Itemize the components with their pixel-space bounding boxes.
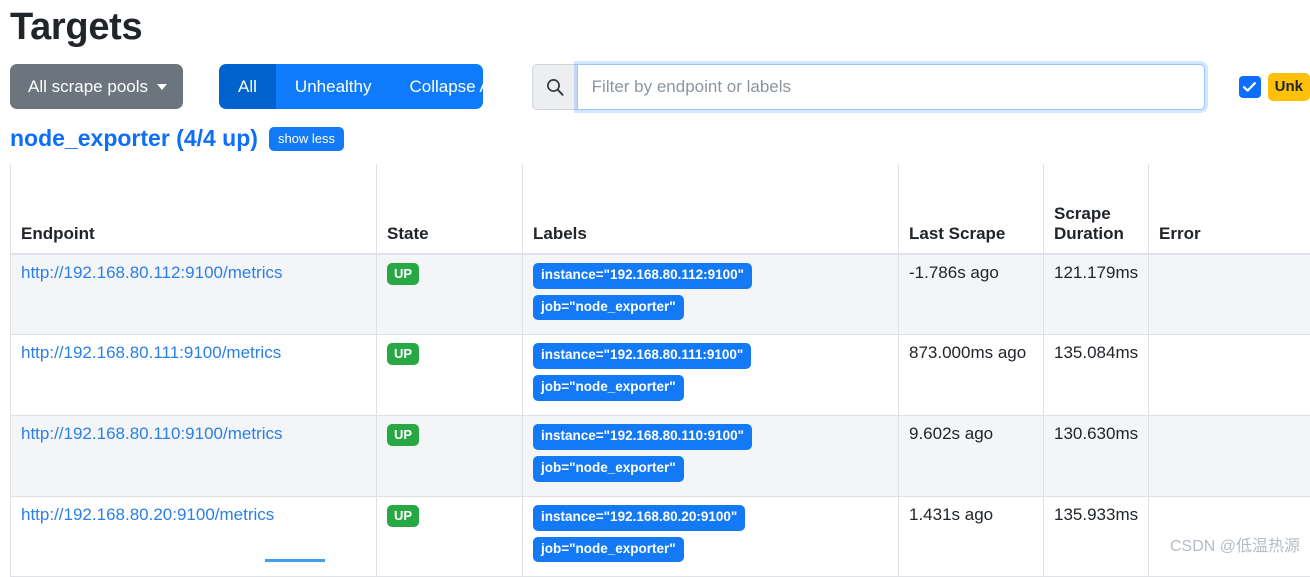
search-icon [532, 64, 577, 110]
status-badge: UP [387, 505, 419, 527]
targets-table-wrapper: Endpoint State Labels Last Scrape Scrape… [10, 164, 1310, 577]
scrape-pool-label: All scrape pools [28, 78, 148, 95]
table-head: Endpoint State Labels Last Scrape Scrape… [11, 164, 1310, 254]
cell-error [1149, 335, 1310, 416]
unknown-filter-control: Unk [1239, 73, 1310, 101]
column-header-state: State [377, 164, 523, 254]
cell-scrape-duration: 121.179ms [1044, 254, 1149, 335]
unknown-badge[interactable]: Unk [1268, 73, 1310, 101]
table-row: http://192.168.80.111:9100/metrics UP in… [11, 335, 1310, 416]
table-body: http://192.168.80.112:9100/metrics UP in… [11, 254, 1310, 577]
status-badge: UP [387, 263, 419, 285]
label-badge-instance[interactable]: instance="192.168.80.110:9100" [533, 424, 752, 450]
toolbar: All scrape pools All Unhealthy Collapse … [0, 50, 1310, 110]
targets-page: Targets All scrape pools All Unhealthy C… [0, 0, 1310, 562]
column-header-labels: Labels [523, 164, 899, 254]
cell-endpoint: http://192.168.80.110:9100/metrics [11, 416, 377, 497]
cell-last-scrape: 1.431s ago [899, 496, 1044, 577]
cell-error [1149, 416, 1310, 497]
cell-scrape-duration: 135.084ms [1044, 335, 1149, 416]
cell-last-scrape: -1.786s ago [899, 254, 1044, 335]
cell-endpoint: http://192.168.80.112:9100/metrics [11, 254, 377, 335]
targets-table: Endpoint State Labels Last Scrape Scrape… [10, 164, 1310, 577]
search-input[interactable] [577, 64, 1205, 110]
filter-button-unhealthy[interactable]: Unhealthy [276, 64, 391, 109]
cell-labels: instance="192.168.80.111:9100" job="node… [523, 335, 899, 416]
cell-state: UP [377, 254, 523, 335]
cell-scrape-duration: 130.630ms [1044, 416, 1149, 497]
cell-labels: instance="192.168.80.20:9100" job="node_… [523, 496, 899, 577]
job-heading: node_exporter (4/4 up) show less [0, 110, 1310, 151]
label-badge-job[interactable]: job="node_exporter" [533, 537, 684, 563]
endpoint-link[interactable]: http://192.168.80.111:9100/metrics [21, 343, 281, 362]
check-icon [1242, 80, 1257, 94]
search-group [532, 64, 1205, 110]
label-badge-job[interactable]: job="node_exporter" [533, 375, 684, 401]
status-badge: UP [387, 343, 419, 365]
endpoint-link[interactable]: http://192.168.80.20:9100/metrics [21, 505, 274, 524]
filter-button-all[interactable]: All [219, 64, 276, 109]
cell-error [1149, 254, 1310, 335]
column-header-error: Error [1149, 164, 1310, 254]
endpoint-link[interactable]: http://192.168.80.112:9100/metrics [21, 263, 282, 282]
status-badge: UP [387, 424, 419, 446]
label-badge-instance[interactable]: instance="192.168.80.112:9100" [533, 263, 752, 289]
cell-state: UP [377, 496, 523, 577]
column-header-last-scrape: Last Scrape [899, 164, 1044, 254]
cell-last-scrape: 873.000ms ago [899, 335, 1044, 416]
cell-state: UP [377, 335, 523, 416]
table-row: http://192.168.80.112:9100/metrics UP in… [11, 254, 1310, 335]
cell-scrape-duration: 135.933ms [1044, 496, 1149, 577]
cell-endpoint: http://192.168.80.111:9100/metrics [11, 335, 377, 416]
filter-button-collapse-all[interactable]: Collapse All [390, 64, 482, 109]
label-badge-instance[interactable]: instance="192.168.80.111:9100" [533, 343, 751, 369]
show-less-button[interactable]: show less [269, 127, 344, 151]
scrape-pool-dropdown[interactable]: All scrape pools [10, 64, 183, 109]
table-header-row: Endpoint State Labels Last Scrape Scrape… [11, 164, 1310, 254]
table-row: http://192.168.80.20:9100/metrics UP ins… [11, 496, 1310, 577]
cell-endpoint: http://192.168.80.20:9100/metrics [11, 496, 377, 577]
cell-state: UP [377, 416, 523, 497]
unknown-checkbox[interactable] [1239, 76, 1261, 98]
cell-labels: instance="192.168.80.112:9100" job="node… [523, 254, 899, 335]
cell-last-scrape: 9.602s ago [899, 416, 1044, 497]
label-badge-job[interactable]: job="node_exporter" [533, 456, 684, 482]
chevron-down-icon [157, 84, 167, 90]
column-header-scrape-duration: Scrape Duration [1044, 164, 1149, 254]
job-title-link[interactable]: node_exporter (4/4 up) [10, 127, 258, 150]
watermark: CSDN @低温热源 [1170, 532, 1300, 556]
table-row: http://192.168.80.110:9100/metrics UP in… [11, 416, 1310, 497]
filter-button-group: All Unhealthy Collapse All [219, 64, 483, 109]
endpoint-link[interactable]: http://192.168.80.110:9100/metrics [21, 424, 282, 443]
label-badge-job[interactable]: job="node_exporter" [533, 295, 684, 321]
column-header-endpoint: Endpoint [11, 164, 377, 254]
page-title: Targets [0, 0, 1310, 50]
label-badge-instance[interactable]: instance="192.168.80.20:9100" [533, 505, 745, 531]
cell-labels: instance="192.168.80.110:9100" job="node… [523, 416, 899, 497]
